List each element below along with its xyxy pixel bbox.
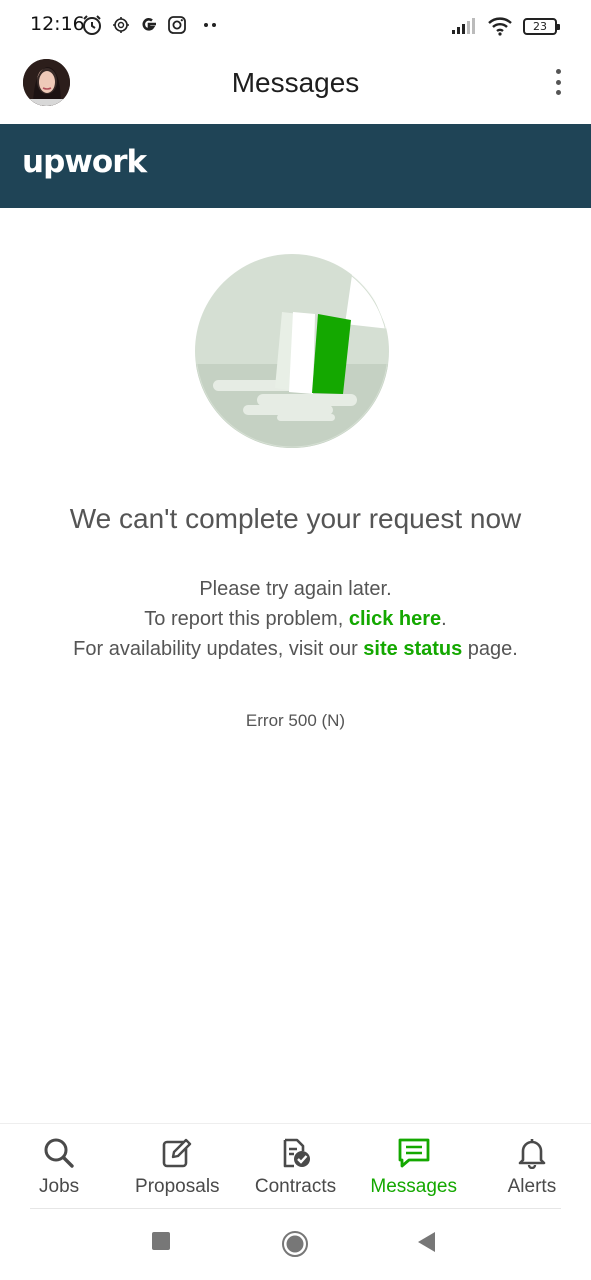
upwork-banner: upwork	[0, 124, 591, 208]
site-status-link[interactable]: site status	[363, 638, 462, 660]
battery-indicator: 23	[523, 17, 560, 35]
status-system-icons: 23	[451, 14, 560, 38]
google-icon	[142, 18, 156, 31]
nav-label-proposals: Proposals	[135, 1176, 220, 1197]
bug-icon	[113, 17, 129, 33]
error-title: We can't complete your request now	[69, 503, 522, 534]
nav-label-messages: Messages	[370, 1176, 458, 1197]
nav-contracts[interactable]: Contracts	[236, 1124, 354, 1209]
edit-icon	[160, 1136, 194, 1170]
status-bar: 12:16 23	[0, 0, 591, 50]
message-icon	[397, 1136, 431, 1170]
system-navigation-bar	[0, 1212, 591, 1280]
status-time: 12:16	[30, 13, 85, 35]
report-problem-link[interactable]: click here	[349, 608, 441, 630]
back-button[interactable]	[417, 1231, 437, 1253]
more-vert-icon	[555, 69, 561, 74]
spilled-cup-illustration	[195, 254, 390, 448]
nav-proposals[interactable]: Proposals	[118, 1124, 236, 1209]
search-icon	[42, 1136, 76, 1170]
nav-label-jobs: Jobs	[39, 1176, 80, 1197]
nav-messages[interactable]: Messages	[355, 1124, 473, 1209]
recents-button[interactable]	[151, 1231, 171, 1251]
upwork-logo: upwork	[22, 144, 147, 180]
nav-label-contracts: Contracts	[254, 1176, 337, 1197]
wifi-icon	[488, 17, 512, 36]
nav-jobs[interactable]: Jobs	[0, 1124, 118, 1209]
status-notification-icons	[81, 12, 221, 38]
error-code: Error 500 (N)	[245, 711, 346, 730]
contract-check-icon	[279, 1136, 313, 1170]
page-title: Messages	[231, 67, 360, 98]
app-bar: Messages	[0, 50, 591, 124]
bottom-navigation: Jobs Proposals Contracts Messages Alerts	[0, 1123, 591, 1209]
nav-alerts[interactable]: Alerts	[473, 1124, 591, 1209]
nav-label-alerts: Alerts	[507, 1176, 557, 1197]
alarm-icon	[83, 15, 101, 35]
home-button[interactable]	[281, 1230, 309, 1258]
instagram-icon	[168, 16, 186, 34]
error-line-1: Please try again later.	[199, 578, 392, 600]
nav-divider	[30, 1208, 561, 1209]
more-notifications-icon	[204, 23, 216, 27]
signal-icon	[452, 18, 475, 34]
error-message: Please try again later. To report this p…	[0, 574, 591, 664]
more-options-button[interactable]	[547, 65, 569, 99]
error-line-2: To report this problem, click here.	[144, 608, 447, 630]
error-line-3: For availability updates, visit our site…	[73, 638, 518, 660]
bell-icon	[515, 1136, 549, 1170]
